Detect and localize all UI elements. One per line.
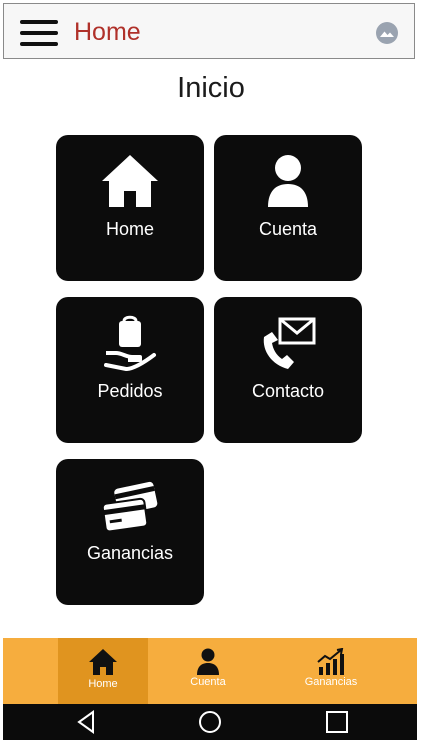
hand-bag-icon [104, 315, 156, 371]
tile-contacto[interactable]: Contacto [214, 297, 362, 443]
home-circle-icon[interactable] [196, 708, 224, 736]
page-title: Inicio [177, 72, 245, 104]
app-bar: Home [3, 3, 415, 59]
credit-cards-icon [101, 481, 158, 533]
tile-pedidos[interactable]: Pedidos [56, 297, 204, 443]
bottom-nav: Home Cuenta Ganancias [3, 638, 417, 704]
nav-label: Home [88, 678, 118, 690]
user-avatar-icon[interactable] [376, 22, 398, 44]
system-nav-bar [3, 704, 417, 740]
tile-label: Pedidos [97, 381, 163, 401]
nav-item-ganancias[interactable]: Ganancias [286, 638, 376, 704]
tile-ganancias[interactable]: Ganancias [56, 459, 204, 605]
tile-cuenta[interactable]: Cuenta [214, 135, 362, 281]
nav-label: Cuenta [190, 676, 226, 688]
tile-label: Ganancias [86, 543, 174, 563]
phone-mail-icon [263, 317, 316, 369]
back-icon[interactable] [73, 708, 101, 736]
recents-icon[interactable] [323, 708, 351, 736]
nav-item-cuenta[interactable]: Cuenta [163, 638, 253, 704]
nav-label: Ganancias [304, 676, 358, 688]
tile-home[interactable]: Home [56, 135, 204, 281]
tile-label: Contacto [251, 381, 325, 401]
tile-label: Home [105, 219, 154, 239]
nav-item-home[interactable]: Home [58, 638, 148, 704]
home-icon [89, 649, 117, 675]
menu-icon[interactable] [20, 18, 58, 48]
user-icon [197, 648, 219, 675]
home-icon [102, 155, 158, 207]
tile-label: Cuenta [258, 219, 318, 239]
user-icon [268, 155, 308, 207]
bar-chart-icon [317, 648, 344, 675]
app-bar-title: Home [74, 18, 141, 46]
